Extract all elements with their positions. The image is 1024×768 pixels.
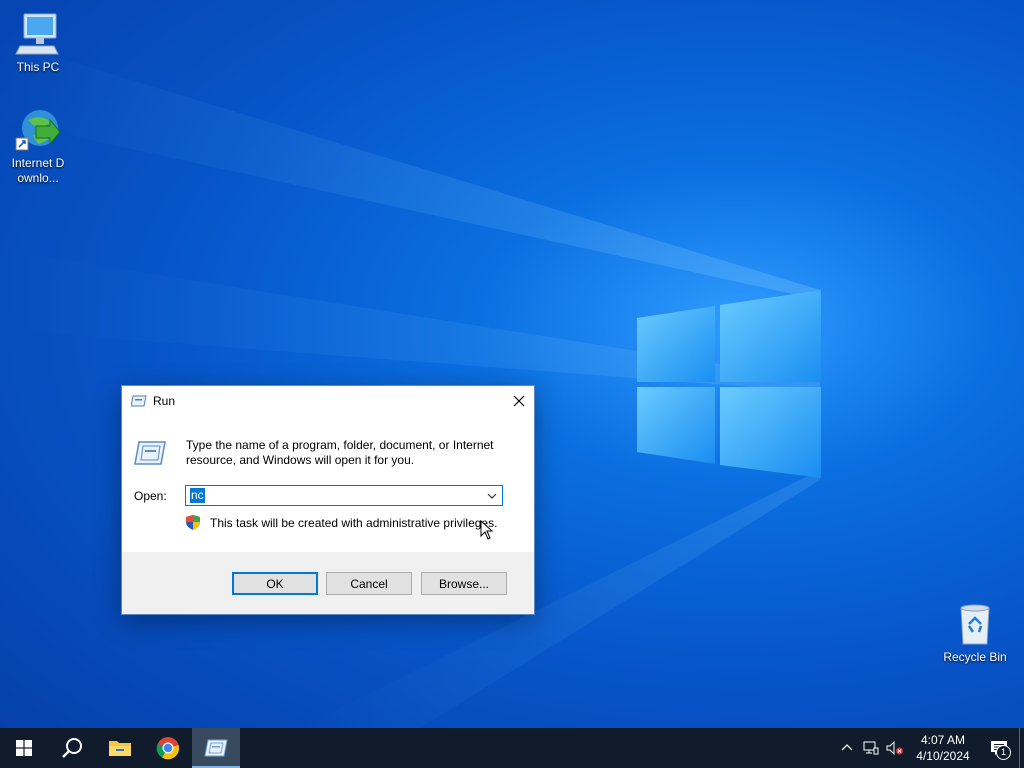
- desktop-icon-internet-download-manager[interactable]: Internet Downlo...: [0, 106, 76, 186]
- chevron-down-icon[interactable]: [486, 490, 498, 502]
- internet-download-manager-icon: [14, 106, 62, 154]
- system-tray: 4:07 AM 4/10/2024 1: [835, 728, 1024, 768]
- start-button[interactable]: [0, 728, 48, 768]
- notification-count: 1: [996, 745, 1011, 760]
- show-hidden-icons-button[interactable]: [835, 728, 859, 768]
- open-input[interactable]: nc: [190, 488, 205, 503]
- search-icon: [62, 738, 82, 758]
- taskbar: 4:07 AM 4/10/2024 1: [0, 728, 1024, 768]
- desktop-icon-label: Internet Downlo...: [11, 156, 65, 185]
- clock-time: 4:07 AM: [920, 733, 966, 747]
- browse-button[interactable]: Browse...: [421, 572, 507, 595]
- action-center-button[interactable]: 1: [979, 728, 1019, 768]
- uac-shield-icon: [186, 515, 200, 530]
- run-dialog: Run Type the name of a program, folder, …: [121, 385, 535, 615]
- run-large-icon: [134, 441, 166, 465]
- show-desktop-button[interactable]: [1019, 728, 1024, 768]
- chevron-up-icon: [841, 744, 853, 751]
- admin-note: This task will be created with administr…: [210, 515, 498, 530]
- wallpaper: [0, 40, 821, 728]
- clock-date: 4/10/2024: [916, 749, 970, 763]
- chrome-icon: [156, 737, 180, 760]
- recycle-bin-icon: [951, 600, 999, 648]
- taskbar-file-explorer[interactable]: [96, 728, 144, 768]
- network-icon: [863, 741, 879, 755]
- ok-button[interactable]: OK: [232, 572, 318, 595]
- cancel-button[interactable]: Cancel: [326, 572, 412, 595]
- open-label: Open:: [134, 488, 167, 503]
- close-icon: [513, 395, 525, 407]
- windows-logo-icon: [16, 740, 32, 756]
- clock[interactable]: 4:07 AM 4/10/2024: [907, 732, 979, 764]
- desktop-icon-label: This PC: [16, 60, 60, 74]
- volume-muted-icon: [886, 741, 903, 755]
- run-icon: [204, 739, 228, 757]
- dialog-titlebar[interactable]: Run: [122, 386, 534, 416]
- network-button[interactable]: [859, 728, 883, 768]
- desktop-icon-label: Recycle Bin: [943, 650, 1007, 664]
- volume-button[interactable]: [883, 728, 907, 768]
- run-icon: [131, 395, 147, 407]
- dialog-title: Run: [153, 394, 176, 408]
- taskbar-chrome[interactable]: [144, 728, 192, 768]
- open-combobox[interactable]: nc: [185, 485, 503, 506]
- close-button[interactable]: [504, 386, 534, 416]
- dialog-description: Type the name of a program, folder, docu…: [186, 438, 494, 467]
- taskbar-run[interactable]: [192, 728, 240, 768]
- computer-icon: [14, 10, 62, 58]
- windows-logo-wallpaper: [637, 290, 821, 478]
- dialog-footer: OK Cancel Browse...: [122, 552, 534, 614]
- desktop-icon-recycle-bin[interactable]: Recycle Bin: [937, 600, 1013, 665]
- search-button[interactable]: [48, 728, 96, 768]
- mouse-cursor-icon: [480, 520, 494, 540]
- desktop-icon-this-pc[interactable]: This PC: [0, 10, 76, 75]
- folder-icon: [109, 741, 131, 756]
